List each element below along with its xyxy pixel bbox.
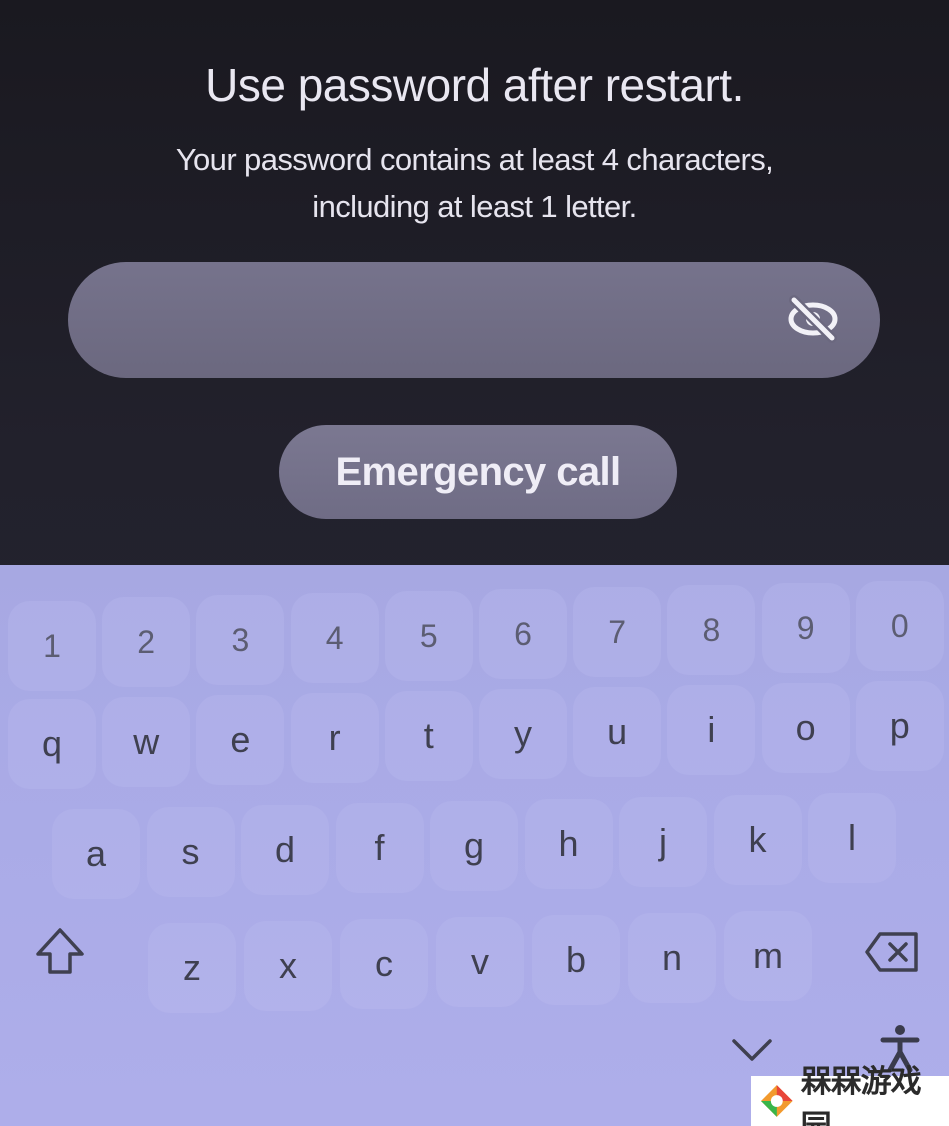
shift-key[interactable]	[14, 907, 106, 997]
keyboard-row-1: qwertyuiop	[0, 681, 949, 789]
key-y[interactable]: y	[479, 689, 567, 779]
key-f[interactable]: f	[335, 803, 424, 893]
chevron-down-icon	[732, 1039, 772, 1061]
backspace-key[interactable]	[846, 907, 938, 997]
key-7[interactable]: 7	[573, 587, 662, 677]
key-c[interactable]: c	[340, 919, 428, 1009]
lock-screen: Use password after restart. Your passwor…	[0, 0, 949, 1126]
emergency-call-button[interactable]: Emergency call	[279, 425, 677, 519]
key-m[interactable]: m	[724, 911, 812, 1001]
password-input[interactable]	[68, 262, 880, 378]
keyboard-row-3: zxcvbnm	[0, 907, 949, 1013]
key-u[interactable]: u	[573, 687, 662, 777]
key-s[interactable]: s	[146, 807, 235, 897]
hide-keyboard-button[interactable]	[722, 1020, 782, 1080]
on-screen-keyboard: 1234567890 qwertyuiop asdfghjkl zxcvbnm	[0, 565, 949, 1126]
key-a[interactable]: a	[52, 809, 140, 899]
password-hint: Your password contains at least 4 charac…	[110, 136, 839, 230]
key-d[interactable]: d	[241, 805, 329, 895]
key-i[interactable]: i	[667, 685, 756, 775]
key-5[interactable]: 5	[384, 591, 473, 681]
watermark-text: 槑槑游戏园	[800, 1064, 922, 1126]
watermark: 槑槑游戏园	[751, 1064, 949, 1126]
keyboard-number-row: 1234567890	[0, 579, 949, 691]
key-z[interactable]: z	[148, 923, 236, 1013]
backspace-icon	[865, 932, 918, 972]
key-v[interactable]: v	[436, 917, 524, 1007]
key-x[interactable]: x	[244, 921, 332, 1011]
key-4[interactable]: 4	[290, 593, 379, 683]
key-g[interactable]: g	[430, 801, 518, 891]
key-t[interactable]: t	[384, 691, 473, 781]
key-n[interactable]: n	[628, 913, 716, 1003]
key-k[interactable]: k	[713, 795, 802, 885]
key-h[interactable]: h	[524, 799, 613, 889]
key-l[interactable]: l	[808, 793, 896, 883]
key-0[interactable]: 0	[855, 581, 944, 671]
eye-off-icon[interactable]	[784, 290, 842, 348]
page-title: Use password after restart.	[205, 59, 744, 111]
key-9[interactable]: 9	[761, 583, 850, 673]
key-q[interactable]: q	[8, 699, 96, 789]
key-2[interactable]: 2	[102, 597, 191, 687]
key-p[interactable]: p	[855, 681, 944, 771]
keyboard-row-2: asdfghjkl	[0, 793, 949, 899]
key-w[interactable]: w	[102, 697, 191, 787]
key-e[interactable]: e	[196, 695, 285, 785]
key-6[interactable]: 6	[479, 589, 567, 679]
watermark-logo-icon	[760, 1085, 793, 1117]
key-o[interactable]: o	[761, 683, 850, 773]
shift-icon	[36, 928, 84, 974]
key-3[interactable]: 3	[196, 595, 285, 685]
key-b[interactable]: b	[532, 915, 620, 1005]
key-1[interactable]: 1	[8, 601, 96, 691]
key-8[interactable]: 8	[667, 585, 756, 675]
key-j[interactable]: j	[619, 797, 707, 887]
password-hint-line-2: including at least 1 letter.	[312, 189, 637, 224]
key-r[interactable]: r	[290, 693, 379, 783]
password-hint-line-1: Your password contains at least 4 charac…	[175, 142, 774, 177]
